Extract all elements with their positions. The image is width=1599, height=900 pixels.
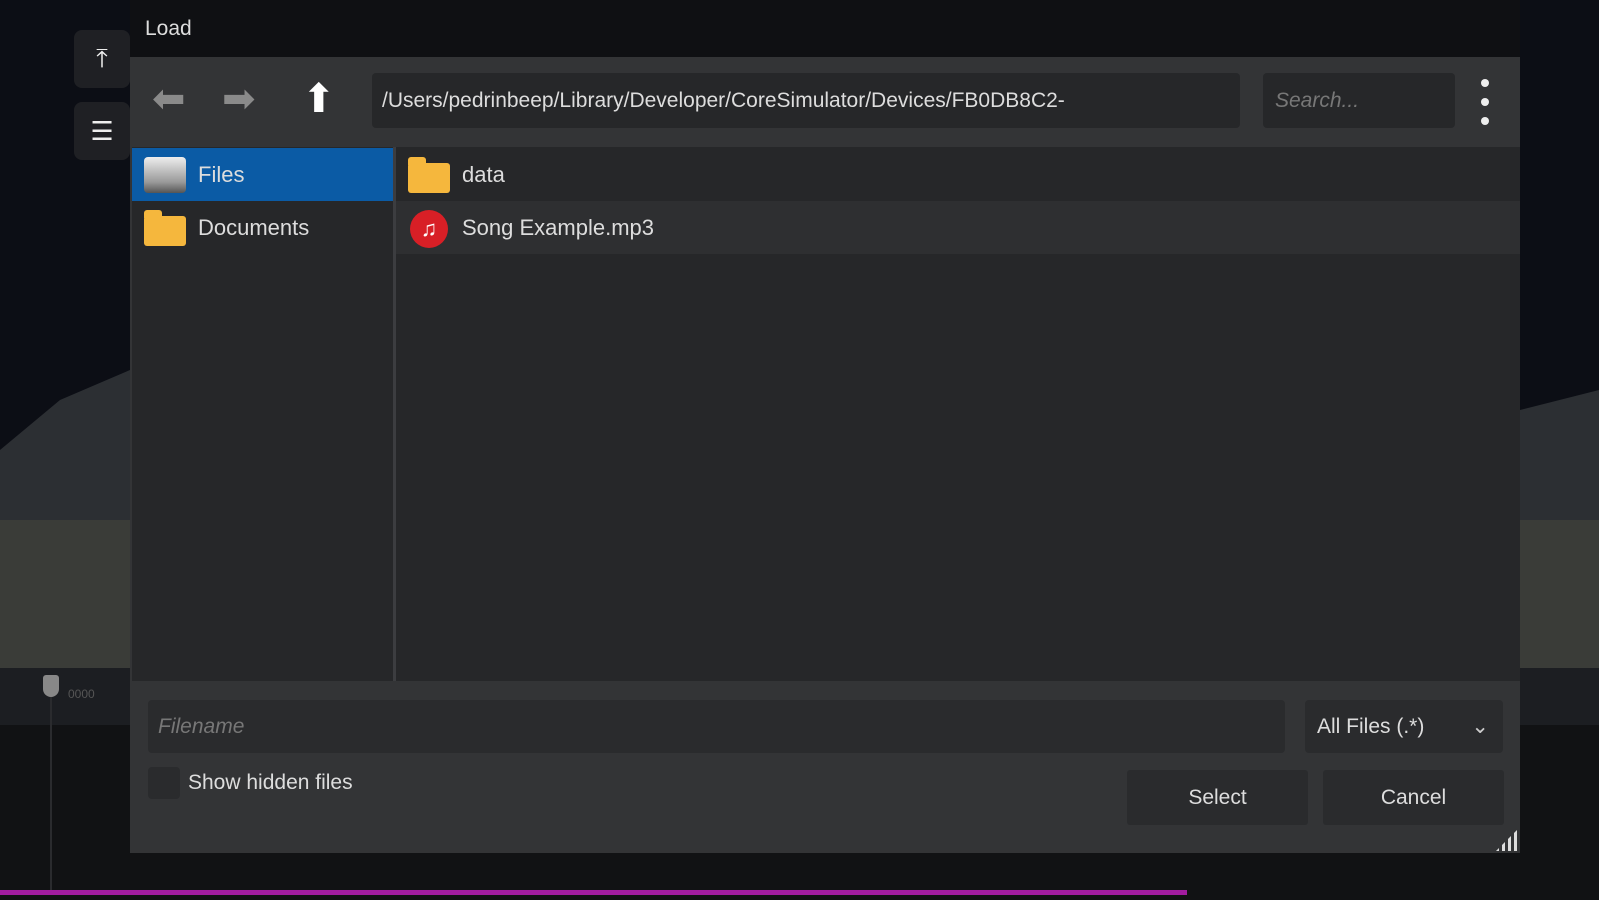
file-list: data ♫ Song Example.mp3 — [396, 147, 1520, 681]
select-button[interactable]: Select — [1127, 770, 1308, 825]
folder-icon — [406, 155, 450, 195]
playhead-marker[interactable] — [43, 675, 59, 697]
upload-icon: ⤒ — [96, 43, 108, 73]
resize-grip-icon[interactable] — [1496, 829, 1518, 851]
file-name: Song Example.mp3 — [462, 214, 654, 240]
list-button[interactable]: ☰ — [74, 102, 130, 160]
filename-input[interactable]: Filename — [148, 700, 1285, 753]
file-item[interactable]: data — [396, 148, 1520, 201]
marker-label: 0000 — [68, 687, 95, 701]
music-file-icon: ♫ — [406, 208, 450, 248]
show-hidden-checkbox[interactable] — [148, 767, 180, 799]
chevron-down-icon: ⌄ — [1471, 715, 1489, 738]
drive-icon — [142, 155, 186, 195]
dialog-title-bar[interactable]: Load — [130, 0, 1520, 57]
path-input[interactable]: /Users/pedrinbeep/Library/Developer/Core… — [372, 73, 1240, 128]
places-sidebar: Files Documents — [132, 147, 393, 681]
list-icon: ☰ — [90, 115, 114, 146]
toolbar: ⬅ ➡ ⬆ /Users/pedrinbeep/Library/Develope… — [130, 57, 1520, 147]
dialog-title: Load — [145, 17, 192, 40]
folder-icon — [142, 208, 186, 248]
file-type-filter[interactable]: All Files (.*) ⌄ — [1305, 700, 1503, 753]
up-arrow-icon[interactable]: ⬆ — [302, 77, 336, 121]
cancel-button[interactable]: Cancel — [1323, 770, 1504, 825]
file-name: data — [462, 161, 505, 187]
back-arrow-icon[interactable]: ⬅ — [152, 77, 186, 121]
sidebar-item-label: Files — [198, 161, 245, 187]
progress-bar — [0, 890, 1187, 895]
playhead-line — [50, 690, 52, 890]
forward-arrow-icon[interactable]: ➡ — [222, 77, 256, 121]
file-item[interactable]: ♫ Song Example.mp3 — [396, 201, 1520, 254]
more-options-icon[interactable] — [1480, 79, 1490, 125]
sidebar-item-files[interactable]: Files — [132, 148, 393, 201]
show-hidden-label[interactable]: Show hidden files — [188, 771, 353, 795]
load-dialog: ⬅ ➡ ⬆ /Users/pedrinbeep/Library/Develope… — [130, 57, 1520, 853]
sidebar-item-documents[interactable]: Documents — [132, 201, 393, 254]
sidebar-item-label: Documents — [198, 214, 310, 240]
search-input[interactable]: Search... — [1263, 73, 1455, 128]
upload-button[interactable]: ⤒ — [74, 30, 130, 88]
filter-label: All Files (.*) — [1317, 715, 1425, 738]
